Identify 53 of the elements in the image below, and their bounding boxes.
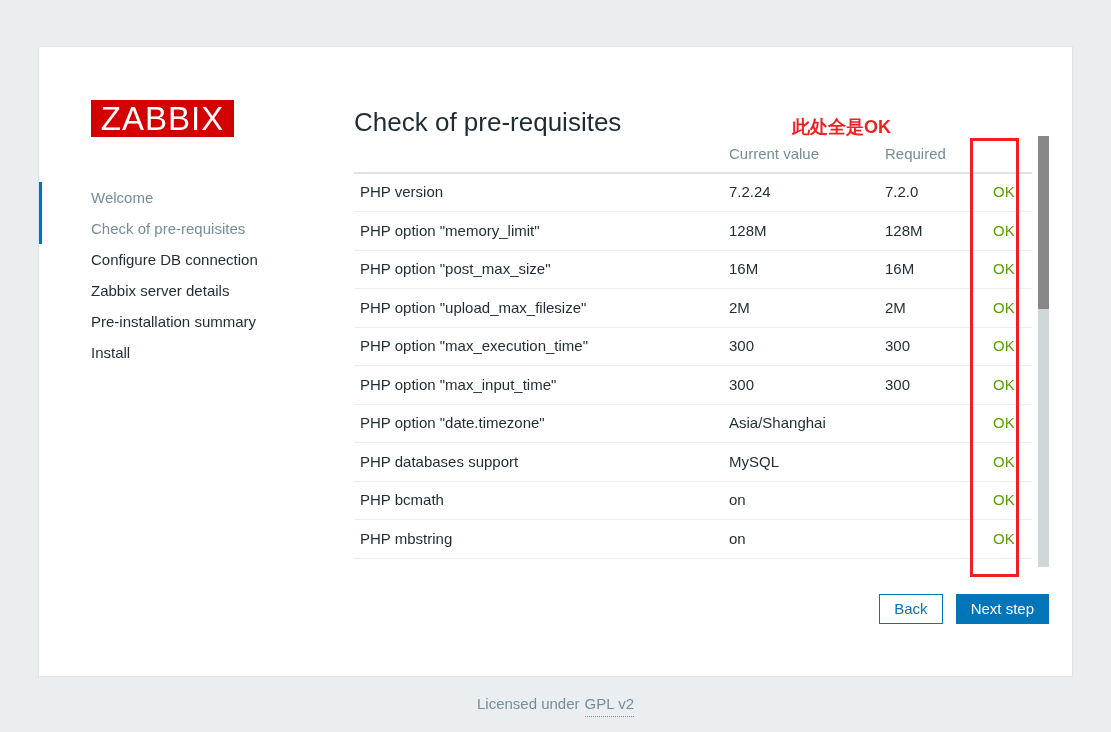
requirement-name: PHP option "post_max_size" bbox=[360, 260, 551, 277]
step-item: Zabbix server details bbox=[90, 281, 231, 301]
check-result: OK bbox=[993, 529, 1015, 547]
required-value: 128M bbox=[885, 221, 923, 239]
footer-text: Licensed under bbox=[476, 694, 580, 714]
requirement-name: PHP option "date.timezone" bbox=[360, 414, 545, 431]
current-value: Asia/Shanghai bbox=[729, 414, 826, 431]
check-result: OK bbox=[993, 414, 1015, 431]
check-result: OK bbox=[993, 183, 1015, 201]
current-value: MySQL bbox=[729, 452, 779, 470]
required-value: 2M bbox=[885, 298, 906, 316]
check-result: OK bbox=[993, 491, 1015, 508]
back-button[interactable]: Back bbox=[879, 594, 943, 624]
requirement-name: PHP databases support bbox=[360, 452, 519, 470]
check-result: OK bbox=[993, 260, 1015, 277]
step-item: Configure DB connection bbox=[90, 250, 259, 270]
required-value: 300 bbox=[885, 337, 911, 354]
zabbix-logo: ZABBIX bbox=[91, 100, 234, 137]
step-item: Pre-installation summary bbox=[90, 312, 258, 332]
current-value: 16M bbox=[729, 260, 759, 277]
column-header: Required bbox=[885, 144, 946, 162]
required-value: 7.2.0 bbox=[885, 183, 919, 201]
page-title: Check of pre-requisites bbox=[354, 106, 622, 139]
requirement-name: PHP option "max_execution_time" bbox=[360, 337, 588, 354]
current-value: 128M bbox=[729, 221, 767, 239]
check-result: OK bbox=[993, 452, 1015, 470]
current-value: on bbox=[729, 491, 746, 508]
check-result: OK bbox=[993, 375, 1015, 393]
requirement-name: PHP bcmath bbox=[360, 491, 444, 508]
requirement-name: PHP option "max_input_time" bbox=[360, 375, 557, 393]
check-result: OK bbox=[993, 298, 1015, 316]
required-value: 300 bbox=[885, 375, 911, 393]
check-result: OK bbox=[993, 337, 1015, 354]
step-item: Welcome bbox=[39, 182, 354, 213]
step-item: Check of pre-requisites bbox=[39, 213, 354, 244]
current-value: 7.2.24 bbox=[729, 183, 771, 201]
scrollbar-track[interactable] bbox=[1038, 136, 1049, 567]
next-step-button[interactable]: Next step bbox=[955, 594, 1049, 624]
requirement-name: PHP option "upload_max_filesize" bbox=[360, 298, 587, 316]
required-value: 16M bbox=[885, 260, 915, 277]
column-header: Current value bbox=[729, 144, 820, 162]
requirement-name: PHP option "memory_limit" bbox=[360, 221, 540, 239]
current-value: on bbox=[729, 529, 746, 547]
step-item: Install bbox=[90, 343, 132, 363]
requirement-name: PHP mbstring bbox=[360, 529, 453, 547]
annotation-text: 此处全是OK bbox=[792, 116, 891, 139]
scrollbar-thumb[interactable] bbox=[1038, 136, 1049, 309]
check-result: OK bbox=[993, 221, 1015, 239]
current-value: 300 bbox=[729, 337, 755, 354]
gpl-link[interactable]: GPL v2 bbox=[584, 693, 634, 717]
current-value: 2M bbox=[729, 298, 750, 316]
current-value: 300 bbox=[729, 375, 755, 393]
requirement-name: PHP version bbox=[360, 183, 444, 201]
